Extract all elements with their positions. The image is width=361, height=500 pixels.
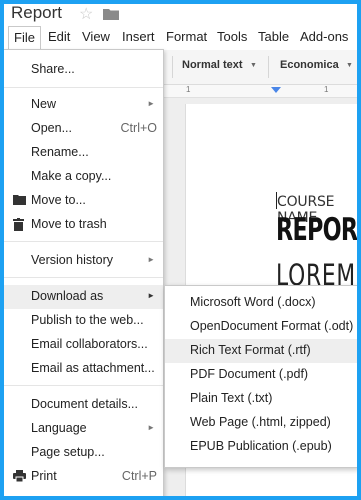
chevron-down-icon[interactable]: ▼ — [346, 62, 353, 69]
toolbar-divider — [268, 56, 269, 78]
menu-item-publish[interactable]: Publish to the web... — [4, 309, 163, 333]
download-txt[interactable]: Plain Text (.txt) — [165, 387, 357, 411]
menu-item-share[interactable]: Share... — [4, 58, 163, 82]
menu-item-label: Version history — [31, 253, 113, 267]
download-rtf[interactable]: Rich Text Format (.rtf) — [165, 339, 357, 363]
submenu-arrow-icon: ► — [147, 99, 155, 108]
menu-item-label: Share... — [31, 62, 75, 76]
menu-item-label: Language — [31, 421, 87, 435]
menu-item-make-copy[interactable]: Make a copy... — [4, 165, 163, 189]
chevron-down-icon[interactable]: ▼ — [250, 62, 257, 69]
menu-view[interactable]: View — [77, 26, 115, 48]
menu-format[interactable]: Format — [161, 26, 212, 48]
menu-tools[interactable]: Tools — [212, 26, 252, 48]
menu-item-label: Download as — [31, 289, 104, 303]
menu-item-label: Print — [31, 469, 57, 483]
menu-edit[interactable]: Edit — [43, 26, 75, 48]
menu-item-label: Move to trash — [31, 217, 107, 231]
submenu-item-label: Microsoft Word (.docx) — [190, 295, 316, 309]
shortcut-text: Ctrl+O — [120, 121, 157, 135]
folder-icon[interactable] — [103, 8, 119, 20]
font-select[interactable]: Economica — [280, 59, 339, 71]
menu-item-label: Open... — [31, 121, 72, 135]
menu-item-version-history[interactable]: Version history ► — [4, 249, 163, 273]
shortcut-text: Ctrl+P — [121, 469, 157, 483]
trash-icon — [13, 218, 24, 231]
submenu-item-label: EPUB Publication (.epub) — [190, 439, 332, 453]
menu-item-new[interactable]: New ► — [4, 93, 163, 117]
submenu-arrow-icon: ► — [147, 291, 155, 300]
star-icon[interactable]: ☆ — [79, 4, 93, 24]
menu-item-language[interactable]: Language ► — [4, 417, 163, 441]
menu-item-label: Publish to the web... — [31, 313, 144, 327]
download-docx[interactable]: Microsoft Word (.docx) — [165, 291, 357, 315]
menu-item-open[interactable]: Open... Ctrl+O — [4, 117, 163, 141]
menu-item-rename[interactable]: Rename... — [4, 141, 163, 165]
ruler[interactable]: 1 1 — [164, 85, 357, 98]
report-heading: REPOR — [276, 212, 357, 248]
menu-file[interactable]: File — [8, 26, 41, 50]
menu-divider — [4, 385, 163, 386]
ruler-mark: 1 — [186, 85, 191, 94]
submenu-arrow-icon: ► — [147, 255, 155, 264]
menu-item-label: Move to... — [31, 193, 86, 207]
menu-divider — [4, 87, 163, 88]
submenu-item-label: Plain Text (.txt) — [190, 391, 273, 405]
download-pdf[interactable]: PDF Document (.pdf) — [165, 363, 357, 387]
menu-table[interactable]: Table — [253, 26, 294, 48]
download-as-submenu: Microsoft Word (.docx) OpenDocument Form… — [164, 285, 357, 468]
document-title[interactable]: Report — [11, 4, 62, 23]
menu-item-label: Rename... — [31, 145, 89, 159]
submenu-item-label: Rich Text Format (.rtf) — [190, 343, 311, 357]
app-window: Report ☆ File Edit View Insert Format To… — [4, 4, 357, 496]
menu-item-document-details[interactable]: Document details... — [4, 393, 163, 417]
style-select[interactable]: Normal text — [182, 59, 243, 71]
menu-item-label: Make a copy... — [31, 169, 112, 183]
submenu-item-label: Web Page (.html, zipped) — [190, 415, 331, 429]
menu-addons[interactable]: Add-ons — [295, 26, 353, 48]
submenu-item-label: PDF Document (.pdf) — [190, 367, 309, 381]
title-bar: Report ☆ — [4, 4, 357, 26]
indent-marker[interactable] — [271, 87, 281, 93]
menu-item-label: Page setup... — [31, 445, 105, 459]
menu-item-page-setup[interactable]: Page setup... — [4, 441, 163, 465]
menu-item-email-attachment[interactable]: Email as attachment... — [4, 357, 163, 381]
download-epub[interactable]: EPUB Publication (.epub) — [165, 435, 357, 459]
file-menu: Share... New ► Open... Ctrl+O Rename... … — [4, 49, 164, 496]
submenu-item-label: OpenDocument Format (.odt) — [190, 319, 354, 333]
menu-item-label: Email as attachment... — [31, 361, 155, 375]
menu-item-label: New — [31, 97, 57, 111]
folder-icon — [13, 195, 26, 205]
submenu-arrow-icon: ► — [147, 423, 155, 432]
menu-item-label: Document details... — [31, 397, 138, 411]
menu-item-print[interactable]: Print Ctrl+P — [4, 465, 163, 489]
menu-item-move-to-trash[interactable]: Move to trash — [4, 213, 163, 237]
menu-bar: File Edit View Insert Format Tools Table… — [4, 26, 357, 50]
menu-item-download-as[interactable]: Download as ► — [4, 285, 163, 309]
menu-item-label: Email collaborators... — [31, 337, 148, 351]
menu-item-email-collaborators[interactable]: Email collaborators... — [4, 333, 163, 357]
menu-insert[interactable]: Insert — [117, 26, 160, 48]
printer-icon — [13, 470, 26, 482]
download-html[interactable]: Web Page (.html, zipped) — [165, 411, 357, 435]
menu-item-move-to[interactable]: Move to... — [4, 189, 163, 213]
menu-divider — [4, 241, 163, 242]
menu-divider — [4, 277, 163, 278]
ruler-mark: 1 — [324, 85, 329, 94]
toolbar-divider — [172, 56, 173, 78]
download-odt[interactable]: OpenDocument Format (.odt) — [165, 315, 357, 339]
